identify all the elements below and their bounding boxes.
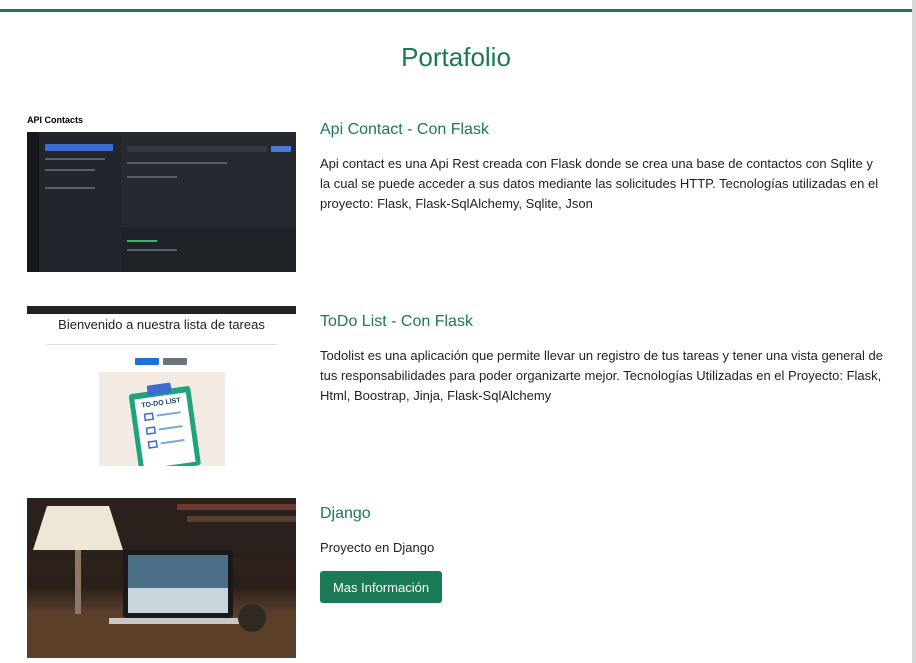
response-pane <box>121 227 296 272</box>
more-info-button[interactable]: Mas Información <box>320 571 442 603</box>
tabs-line <box>127 162 227 164</box>
scrollbar[interactable] <box>912 0 916 663</box>
divider <box>47 344 277 345</box>
new-request-button-mock <box>45 144 113 151</box>
api-client-mock <box>27 132 296 272</box>
clipboard-icon: TO-DO LIST <box>128 382 201 466</box>
sidebar-line <box>45 158 105 160</box>
status-line <box>127 240 157 242</box>
sidebar-line <box>45 187 95 189</box>
todo-list-screenshot: Bienvenido a nuestra lista de tareas TO-… <box>27 306 296 466</box>
top-accent-bar <box>0 9 912 12</box>
project-title-todo-list: ToDo List - Con Flask <box>320 313 473 330</box>
clipboard-illustration: TO-DO LIST <box>99 372 225 466</box>
todo-welcome-heading: Bienvenido a nuestra lista de tareas <box>58 317 265 332</box>
django-project-photo <box>27 498 296 658</box>
register-button-mock <box>163 358 187 365</box>
login-button-mock <box>135 358 159 365</box>
todo-navbar <box>27 306 296 314</box>
project-description-todo-list: Todolist es una aplicación que permite l… <box>320 348 883 403</box>
params-line <box>127 176 177 178</box>
response-line <box>127 249 177 251</box>
app-rail <box>27 132 39 272</box>
sidebar-line <box>45 169 95 171</box>
page-title: Portafolio <box>401 42 511 72</box>
project-title-api-contact: Api Contact - Con Flask <box>320 121 489 138</box>
project-description-django: Proyecto en Django <box>320 540 435 555</box>
url-bar-mock <box>127 146 267 152</box>
app-main-pane <box>121 132 296 272</box>
screenshot-caption: API Contacts <box>27 115 84 125</box>
project-description-api-contact: Api contact es una Api Rest creada con F… <box>320 156 879 211</box>
api-contacts-screenshot: API Contacts <box>27 112 296 272</box>
app-sidebar <box>39 132 121 272</box>
desk-laptop-illustration <box>27 498 296 658</box>
send-button-mock <box>271 146 291 152</box>
project-title-django: Django <box>320 505 371 522</box>
